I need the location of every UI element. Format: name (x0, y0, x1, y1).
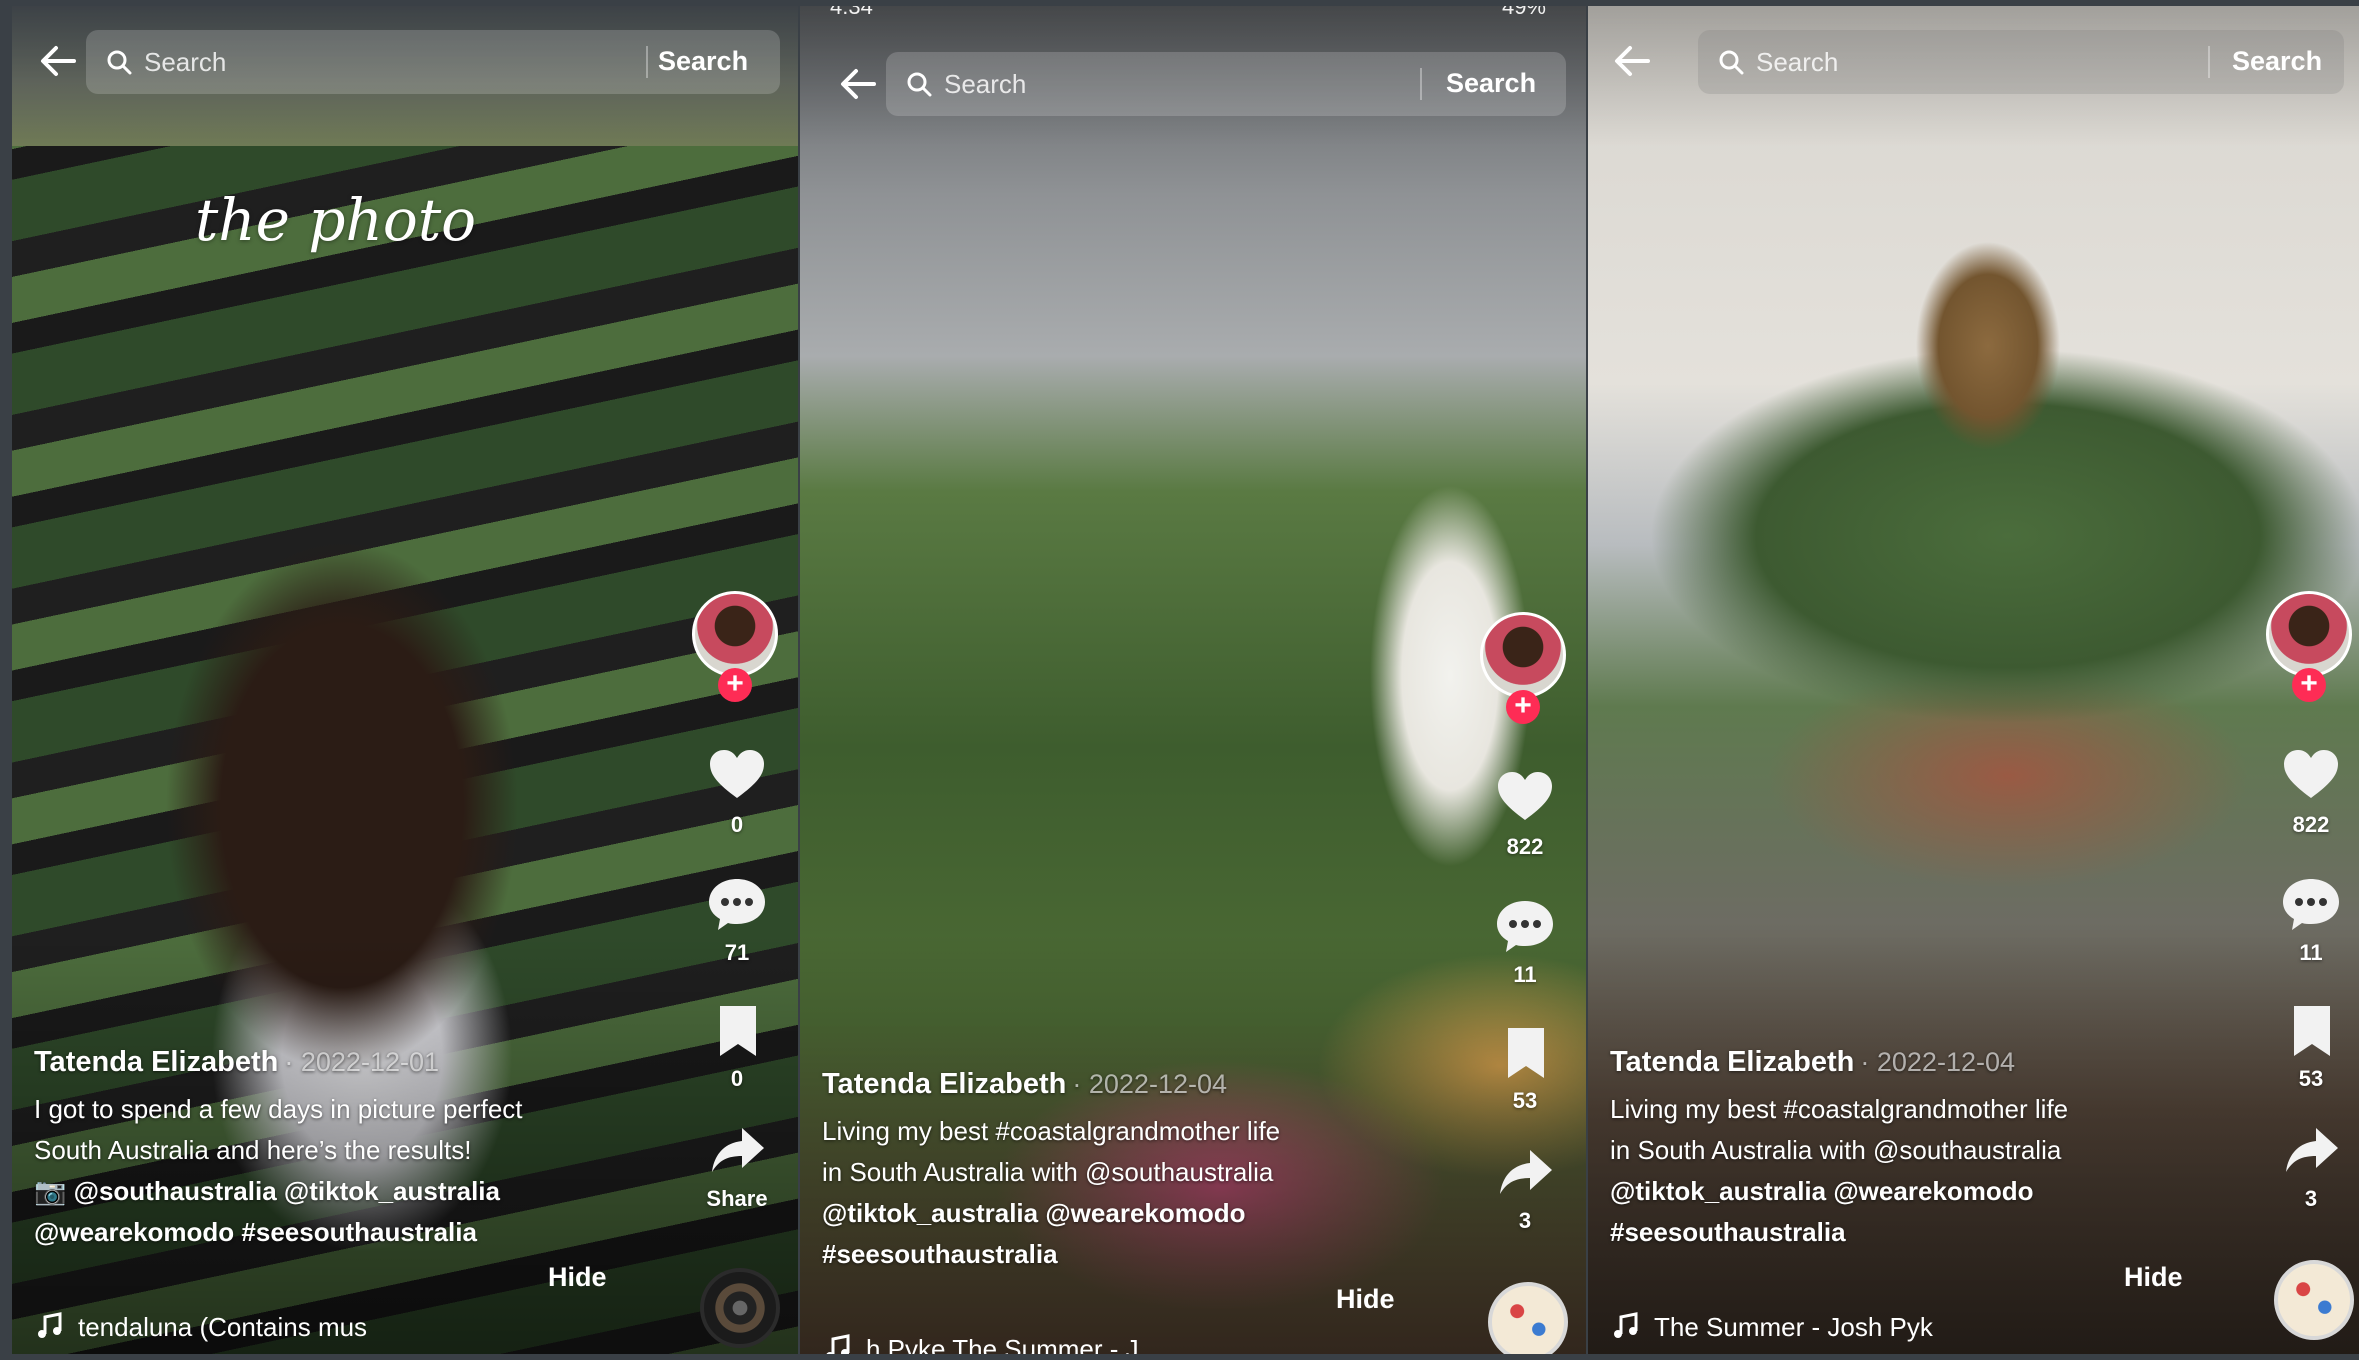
search-divider (2208, 46, 2210, 78)
search-placeholder: Search (144, 47, 227, 77)
description-line[interactable]: #seesouthaustralia (822, 1234, 1442, 1275)
follow-plus-button[interactable]: + (2292, 668, 2326, 702)
search-placeholder: Search (944, 69, 1027, 99)
save-count: 53 (2298, 1066, 2324, 1091)
status-battery: 49% (1501, 6, 1546, 19)
description-line: I got to spend a few days in picture per… (34, 1094, 523, 1124)
music-disc[interactable] (700, 1268, 780, 1348)
bookmark-icon[interactable] (716, 1004, 760, 1058)
music-disc[interactable] (2274, 1260, 2354, 1340)
search-button[interactable]: Search (658, 46, 748, 77)
share-icon[interactable] (2284, 1126, 2340, 1174)
hide-button[interactable]: Hide (2124, 1262, 2183, 1293)
save-count: 53 (1512, 1088, 1538, 1113)
author-name[interactable]: Tatenda Elizabeth (34, 1046, 278, 1078)
music-disc[interactable] (1488, 1282, 1568, 1354)
share-count: 3 (1518, 1208, 1532, 1233)
author-name[interactable]: Tatenda Elizabeth (822, 1068, 1066, 1100)
like-count: 0 (730, 812, 744, 837)
search-divider (646, 46, 648, 78)
share-icon[interactable] (1498, 1148, 1554, 1196)
save-count: 0 (730, 1066, 744, 1091)
video-caption: Tatenda Elizabeth · 2022-12-04 Living my … (822, 1068, 1442, 1275)
like-count: 822 (1506, 834, 1544, 859)
creator-avatar[interactable] (692, 591, 778, 677)
search-icon (907, 72, 932, 97)
description-line[interactable]: #seesouthaustralia (1610, 1212, 2230, 1253)
video-description: I got to spend a few days in picture per… (34, 1089, 654, 1253)
like-count: 822 (2292, 812, 2330, 837)
share-count: 3 (2304, 1186, 2318, 1211)
music-note-icon (38, 1312, 62, 1338)
share-label: Share (706, 1186, 768, 1211)
music-note-icon (826, 1334, 850, 1354)
description-line: Living my best #coastalgrandmother life (1610, 1094, 2069, 1124)
music-credit[interactable]: h Pyke The Summer - J (824, 1334, 1139, 1354)
search-button[interactable]: Search (2232, 46, 2322, 77)
creator-avatar[interactable] (2266, 591, 2352, 677)
plus-icon: + (726, 667, 744, 700)
video-panel-1[interactable]: Search Search the photo + 0 71 0 Share T… (12, 6, 798, 1354)
back-arrow-icon[interactable] (1610, 39, 1654, 83)
heart-icon[interactable] (708, 748, 766, 800)
follow-plus-button[interactable]: + (1506, 690, 1540, 724)
video-caption: Tatenda Elizabeth · 2022-12-04 Living my … (1610, 1046, 2230, 1253)
creator-avatar[interactable] (1480, 612, 1566, 698)
music-credit[interactable]: The Summer - Josh Pyk (1612, 1312, 1933, 1343)
comment-icon[interactable] (706, 876, 768, 932)
video-description: Living my best #coastalgrandmother life … (822, 1111, 1442, 1275)
description-line[interactable]: @wearekomodo #seesouthaustralia (34, 1212, 654, 1253)
search-placeholder: Search (1756, 47, 1839, 77)
music-credit[interactable]: tendaluna (Contains mus (36, 1312, 367, 1343)
music-title: tendaluna (Contains mus (78, 1312, 368, 1342)
comment-icon[interactable] (1494, 898, 1556, 954)
description-line[interactable]: 📷 @southaustralia @tiktok_australia (34, 1171, 654, 1212)
hide-button[interactable]: Hide (1336, 1284, 1395, 1315)
description-line[interactable]: @tiktok_australia @wearekomodo (822, 1193, 1442, 1234)
bookmark-icon[interactable] (1504, 1026, 1548, 1080)
back-arrow-icon[interactable] (836, 62, 880, 106)
back-arrow-icon[interactable] (36, 39, 80, 83)
video-overlay-text: the photo (195, 186, 477, 254)
status-bar: 4:34 49% (820, 6, 1566, 24)
search-button[interactable]: Search (1446, 68, 1536, 99)
follow-plus-button[interactable]: + (718, 668, 752, 702)
video-panel-3[interactable]: Search Search + 822 11 53 3 Tatenda Eliz… (1588, 6, 2359, 1354)
comment-count: 11 (2299, 940, 2323, 965)
hide-button[interactable]: Hide (548, 1262, 607, 1293)
description-line: Living my best #coastalgrandmother life (822, 1116, 1281, 1146)
comment-icon[interactable] (2280, 876, 2342, 932)
video-panel-2[interactable]: 4:34 49% Search Search + 822 11 53 3 Tat… (800, 6, 1586, 1354)
search-divider (1420, 68, 1422, 100)
author-name[interactable]: Tatenda Elizabeth (1610, 1046, 1854, 1078)
plus-icon: + (1514, 689, 1532, 722)
share-icon[interactable] (710, 1126, 766, 1174)
description-line: South Australia and here’s the results! (34, 1135, 472, 1165)
comment-count: 71 (724, 940, 750, 965)
music-title: The Summer - Josh Pyk (1654, 1312, 1933, 1342)
post-date: · 2022-12-04 (1860, 1047, 2015, 1077)
heart-icon[interactable] (2282, 748, 2340, 800)
search-icon (107, 50, 132, 75)
description-line: in South Australia with @southaustralia (822, 1157, 1274, 1187)
music-note-icon (1614, 1312, 1638, 1338)
bookmark-icon[interactable] (2290, 1004, 2334, 1058)
comment-count: 11 (1513, 962, 1537, 987)
description-line: in South Australia with @southaustralia (1610, 1135, 2062, 1165)
status-time: 4:34 (830, 6, 873, 19)
post-date: · 2022-12-04 (1072, 1069, 1227, 1099)
plus-icon: + (2300, 667, 2318, 700)
music-title: h Pyke The Summer - J (866, 1334, 1139, 1354)
video-description: Living my best #coastalgrandmother life … (1610, 1089, 2230, 1253)
post-date: · 2022-12-01 (284, 1047, 439, 1077)
description-line[interactable]: @tiktok_australia @wearekomodo (1610, 1171, 2230, 1212)
search-icon (1719, 50, 1744, 75)
heart-icon[interactable] (1496, 770, 1554, 822)
video-caption: Tatenda Elizabeth · 2022-12-01 I got to s… (34, 1046, 654, 1253)
